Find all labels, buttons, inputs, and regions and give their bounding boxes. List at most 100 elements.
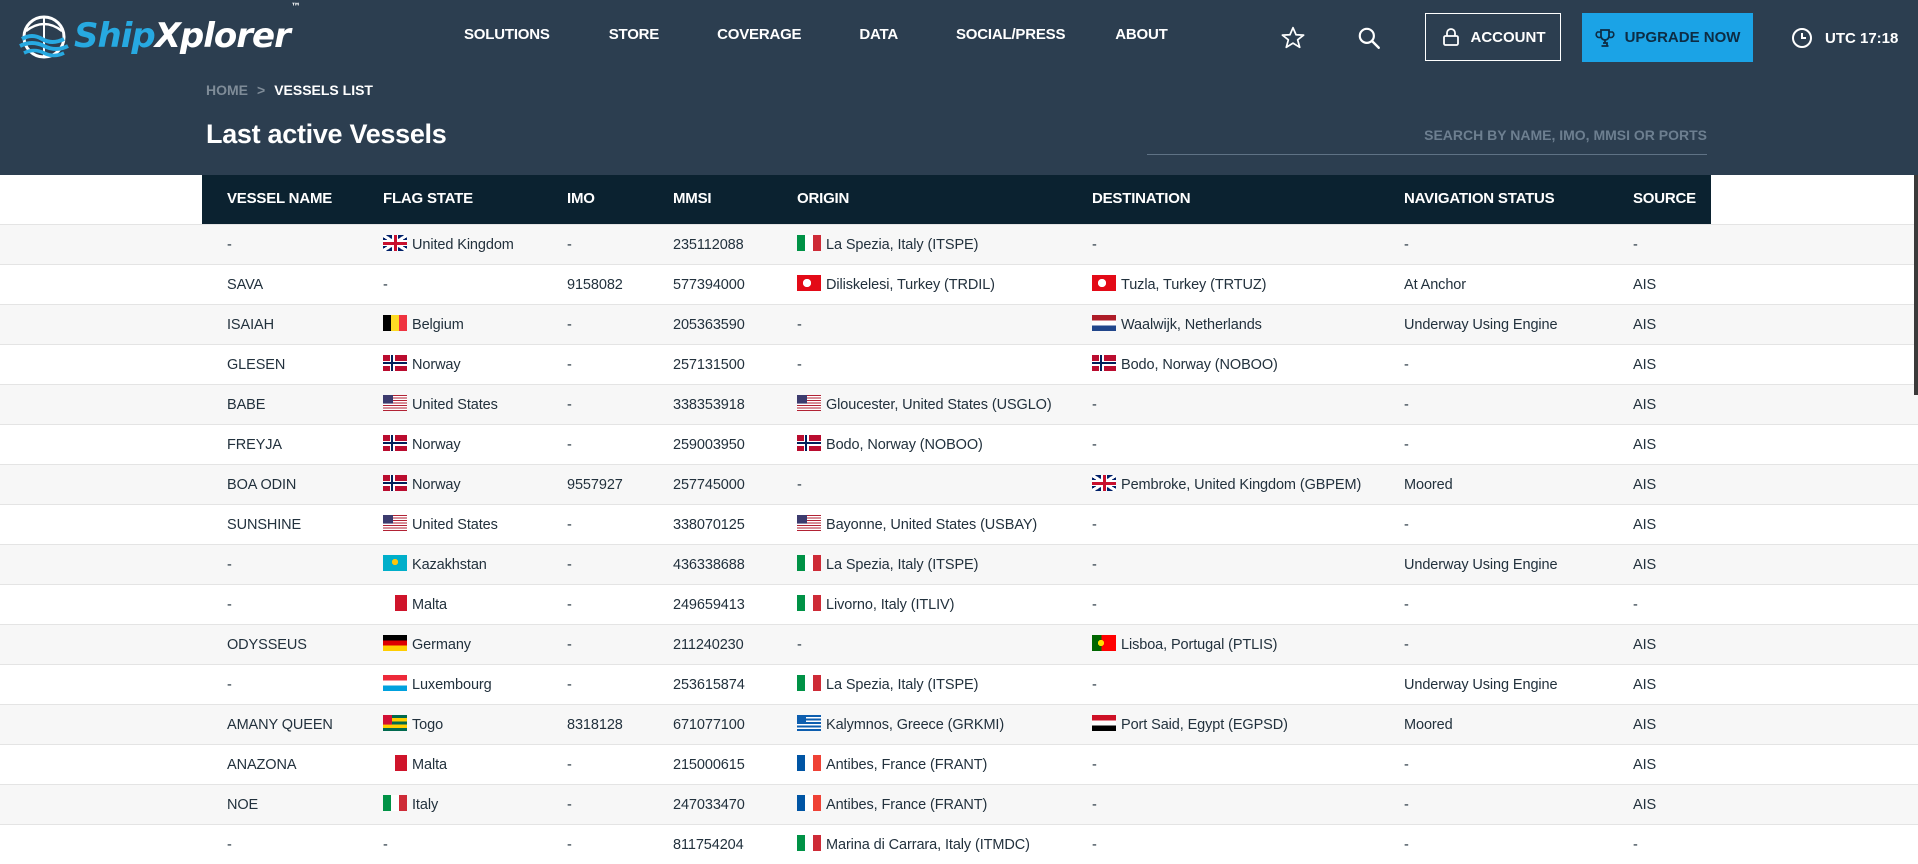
column-flag-state[interactable]: FLAG STATE xyxy=(383,190,473,207)
table-row[interactable]: BOA ODIN Norway 9557927 257745000 - Pembroke,… xyxy=(0,464,1918,504)
menu-solutions[interactable]: SOLUTIONS xyxy=(464,26,550,43)
cell-navigation-status: Underway Using Engine xyxy=(1404,557,1558,573)
cell-destination-text: - xyxy=(1092,677,1097,693)
cell-source-text: AIS xyxy=(1633,517,1657,533)
cell-flag-state: Norway xyxy=(383,355,461,373)
flag-tr-icon xyxy=(797,275,821,291)
cell-flag-state: Kazakhstan xyxy=(383,555,487,573)
table-row[interactable]: - Malta - 249659413 Livorno, Italy (ITLIV) - -… xyxy=(0,584,1918,624)
column-source[interactable]: SOURCE xyxy=(1633,190,1696,207)
column-origin[interactable]: ORIGIN xyxy=(797,190,849,207)
cell-destination: - xyxy=(1092,597,1097,613)
table-row[interactable]: - - - 811754204 Marina di Carrara, Italy (IT… xyxy=(0,824,1918,864)
upgrade-label: UPGRADE NOW xyxy=(1624,29,1741,46)
cell-imo-text: - xyxy=(567,357,572,373)
menu-store[interactable]: STORE xyxy=(609,26,660,43)
cell-imo-text: - xyxy=(567,837,572,853)
cell-source: AIS xyxy=(1633,437,1656,453)
scrollbar[interactable] xyxy=(1914,175,1918,395)
upgrade-button[interactable]: UPGRADE NOW xyxy=(1582,13,1753,62)
cell-origin: La Spezia, Italy (ITSPE) xyxy=(797,235,978,253)
column-navigation-status[interactable]: NAVIGATION STATUS xyxy=(1404,190,1555,207)
table-row[interactable]: - United Kingdom - 235112088 La Spezia, Ital… xyxy=(0,224,1918,264)
flag-no-icon xyxy=(383,355,407,371)
cell-destination: - xyxy=(1092,837,1097,853)
table-row[interactable]: - Kazakhstan - 436338688 La Spezia, Italy (I… xyxy=(0,544,1918,584)
cell-navigation-status-text: - xyxy=(1404,517,1409,533)
cell-flag-state: - xyxy=(383,277,388,293)
account-button[interactable]: ACCOUNT xyxy=(1425,13,1561,61)
cell-origin: Bayonne, United States (USBAY) xyxy=(797,515,1037,533)
cell-source: AIS xyxy=(1633,397,1656,413)
cell-destination-text: Lisboa, Portugal (PTLIS) xyxy=(1121,637,1278,653)
column-destination[interactable]: DESTINATION xyxy=(1092,190,1191,207)
star-icon[interactable] xyxy=(1280,25,1306,51)
cell-origin-text: - xyxy=(797,317,802,333)
cell-source: AIS xyxy=(1633,797,1656,813)
table-row[interactable]: SUNSHINE United States - 338070125 Bayonne, … xyxy=(0,504,1918,544)
cell-vessel-name: BOA ODIN xyxy=(227,477,296,493)
cell-source: AIS xyxy=(1633,637,1656,653)
cell-source-text: AIS xyxy=(1633,757,1657,773)
cell-source: - xyxy=(1633,837,1638,853)
table-row[interactable]: BABE United States - 338353918 Gloucester, U… xyxy=(0,384,1918,424)
cell-imo-text: - xyxy=(567,637,572,653)
column-mmsi[interactable]: MMSI xyxy=(673,190,712,207)
cell-origin: Diliskelesi, Turkey (TRDIL) xyxy=(797,275,995,293)
logo[interactable]: ShipXplorer™ xyxy=(18,2,301,63)
table-row[interactable]: ODYSSEUS Germany - 211240230 - Lisboa, Portug… xyxy=(0,624,1918,664)
cell-navigation-status-text: - xyxy=(1404,437,1409,453)
menu-coverage[interactable]: COVERAGE xyxy=(717,26,801,43)
flag-uk-icon xyxy=(383,235,407,251)
trophy-icon xyxy=(1594,28,1615,47)
table-row[interactable]: GLESEN Norway - 257131500 - Bodo, Norway (NOB… xyxy=(0,344,1918,384)
cell-imo: - xyxy=(567,677,572,693)
breadcrumb-home[interactable]: HOME xyxy=(206,82,248,98)
column-imo[interactable]: IMO xyxy=(567,190,595,207)
cell-destination-text: - xyxy=(1092,517,1097,533)
cell-mmsi-text: 257131500 xyxy=(673,357,745,373)
cell-imo-text: - xyxy=(567,437,572,453)
flag-de-icon xyxy=(383,635,407,651)
table-row[interactable]: ANAZONA Malta - 215000615 Antibes, France (F… xyxy=(0,744,1918,784)
table-row[interactable]: AMANY QUEEN Togo 8318128 671077100 Kalymnos,… xyxy=(0,704,1918,744)
search-icon[interactable] xyxy=(1356,25,1382,51)
cell-vessel-name: NOE xyxy=(227,797,258,813)
cell-vessel-name-text: ANAZONA xyxy=(227,757,297,773)
cell-navigation-status: - xyxy=(1404,757,1409,773)
search-input[interactable] xyxy=(1147,120,1707,150)
table-row[interactable]: SAVA - 9158082 577394000 Diliskelesi, Turkey… xyxy=(0,264,1918,304)
column-vessel-name[interactable]: VESSEL NAME xyxy=(227,190,332,207)
flag-uk-icon xyxy=(1092,475,1116,491)
flag-us-icon xyxy=(797,515,821,531)
cell-imo-text: - xyxy=(567,597,572,613)
table-row[interactable]: NOE Italy - 247033470 Antibes, France (FRANT… xyxy=(0,784,1918,824)
table-row[interactable]: ISAIAH Belgium - 205363590 - Waalwijk, Nether… xyxy=(0,304,1918,344)
menu-data[interactable]: DATA xyxy=(859,26,898,43)
cell-mmsi-text: 577394000 xyxy=(673,277,745,293)
cell-destination-text: Bodo, Norway (NOBOO) xyxy=(1121,357,1278,373)
cell-mmsi-text: 211240230 xyxy=(673,637,744,653)
cell-flag-state-text: Belgium xyxy=(412,317,464,333)
cell-vessel-name-text: BABE xyxy=(227,397,266,413)
flag-no-icon xyxy=(383,475,407,491)
table-row[interactable]: FREYJA Norway - 259003950 Bodo, Norway (NOBO… xyxy=(0,424,1918,464)
menu-about[interactable]: ABOUT xyxy=(1115,26,1168,43)
cell-flag-state: Luxembourg xyxy=(383,675,492,693)
breadcrumb-current: VESSELS LIST xyxy=(274,82,373,98)
cell-imo: - xyxy=(567,797,572,813)
cell-source-text: - xyxy=(1633,837,1638,853)
cell-navigation-status-text: Moored xyxy=(1404,477,1453,493)
cell-destination: Bodo, Norway (NOBOO) xyxy=(1092,355,1278,373)
logo-text: ShipXplorer™ xyxy=(74,2,301,56)
cell-navigation-status: - xyxy=(1404,597,1409,613)
cell-destination-text: Tuzla, Turkey (TRTUZ) xyxy=(1121,277,1267,293)
cell-navigation-status-text: - xyxy=(1404,637,1409,653)
table-row[interactable]: - Luxembourg - 253615874 La Spezia, Italy (I… xyxy=(0,664,1918,704)
cell-navigation-status-text: Underway Using Engine xyxy=(1404,317,1558,333)
header: ShipXplorer™ SOLUTIONS STORE COVERAGE DA… xyxy=(0,0,1918,175)
menu-social-press[interactable]: SOCIAL/PRESS xyxy=(956,26,1065,43)
cell-imo: - xyxy=(567,757,572,773)
cell-flag-state: Germany xyxy=(383,635,471,653)
cell-source-text: AIS xyxy=(1633,357,1657,373)
